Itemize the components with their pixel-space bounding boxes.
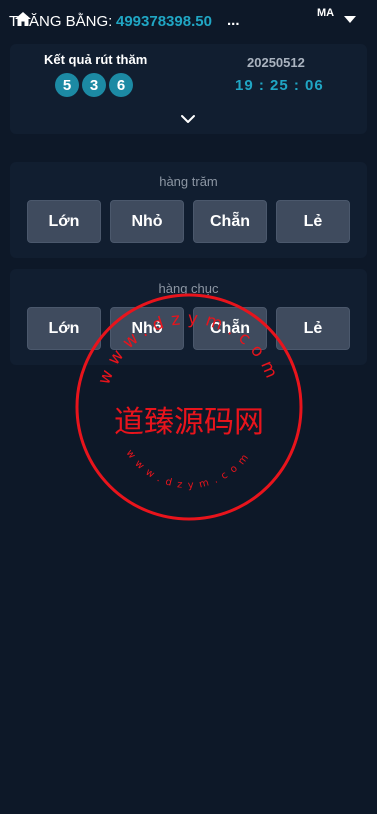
watermark-stamp: www.dzym.com www.dzym.com 道臻源码网 — [75, 293, 303, 521]
result-balls: 5 3 6 — [55, 73, 133, 97]
watermark-ring-top: www.dzym.com — [94, 309, 277, 388]
watermark-center-text: 道臻源码网 — [114, 405, 264, 440]
balance-value: 499378398.50 — [116, 13, 212, 30]
result-ball: 6 — [109, 73, 133, 97]
bet-options: Lớn Nhỏ Chẵn Lẻ — [27, 200, 350, 243]
bet-button-small[interactable]: Nhỏ — [110, 200, 184, 243]
draw-result-card: Kết quả rút thăm 5 3 6 20250512 19 : 25 … — [10, 44, 367, 134]
top-bar: THĂNG BẰNG: 499378398.50 ... MA — [0, 0, 377, 44]
result-ball: 3 — [82, 73, 106, 97]
draw-result-title: Kết quả rút thăm — [44, 52, 148, 67]
result-ball: 5 — [55, 73, 79, 97]
period-number: 20250512 — [247, 55, 305, 70]
svg-text:www.dzym.com: www.dzym.com — [124, 448, 255, 491]
svg-text:www.dzym.com: www.dzym.com — [94, 309, 284, 388]
bet-button-even[interactable]: Chẵn — [193, 200, 267, 243]
user-menu-label[interactable]: MA — [317, 7, 334, 19]
balance-label: THĂNG BẰNG: — [9, 13, 113, 30]
chevron-down-icon[interactable] — [180, 114, 196, 124]
balance-more[interactable]: ... — [227, 12, 240, 29]
bet-panel-hundreds: hàng trăm Lớn Nhỏ Chẵn Lẻ — [10, 162, 367, 258]
panel-title: hàng trăm — [159, 174, 218, 189]
caret-down-icon[interactable] — [344, 16, 356, 23]
bet-button-big[interactable]: Lớn — [27, 200, 101, 243]
watermark-ring-bottom: www.dzym.com — [124, 448, 249, 491]
bet-button-odd[interactable]: Lẻ — [276, 200, 350, 243]
countdown-timer: 19 : 25 : 06 — [235, 77, 324, 94]
